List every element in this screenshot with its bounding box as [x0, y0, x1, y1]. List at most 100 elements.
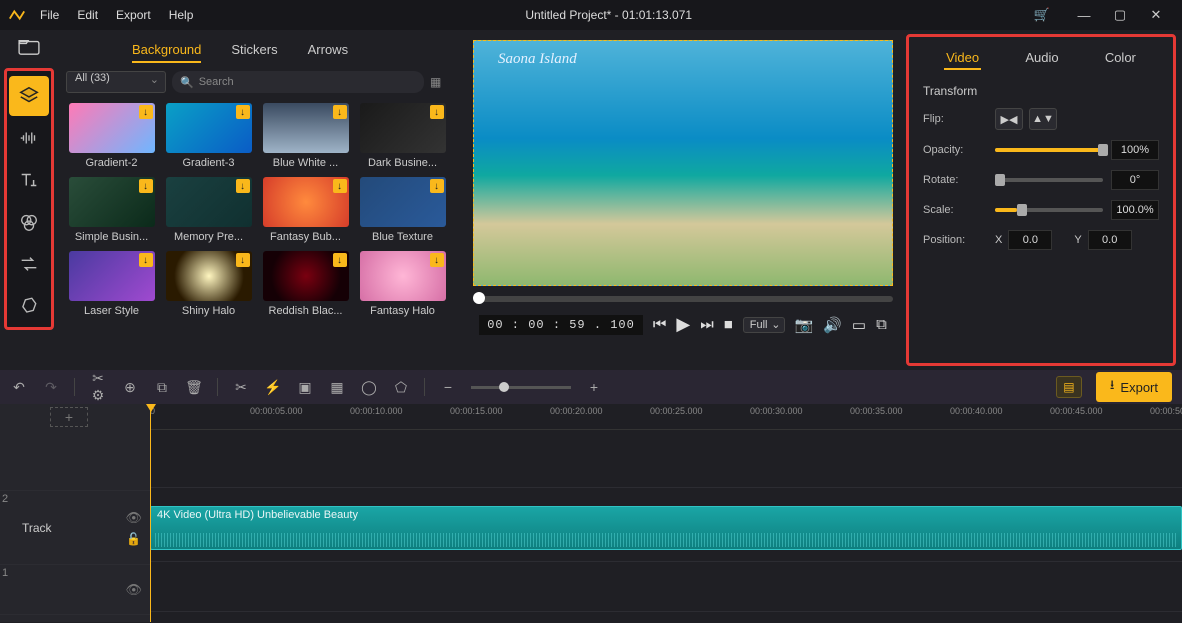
zoom-out-icon[interactable]: − [439, 379, 457, 395]
snapshot-icon[interactable]: 📷 [795, 316, 814, 334]
tab-color[interactable]: Color [1103, 47, 1138, 70]
flip-horizontal-button[interactable]: ▶◀ [995, 108, 1023, 130]
asset-thumb[interactable]: ↓Laser Style [66, 251, 157, 317]
edit-tool-icon[interactable]: ✂⚙ [89, 370, 107, 404]
opacity-slider[interactable] [995, 148, 1103, 152]
download-icon[interactable]: ↓ [333, 179, 347, 193]
asset-thumb[interactable]: ↓Gradient-2 [66, 103, 157, 169]
menu-export[interactable]: Export [116, 8, 151, 22]
export-button[interactable]: ⭳ Export [1096, 372, 1172, 402]
flip-vertical-button[interactable]: ▲▼ [1029, 108, 1057, 130]
redo-button[interactable]: ↷ [42, 379, 60, 396]
split-icon[interactable]: ✂ [232, 379, 250, 396]
scale-slider[interactable] [995, 208, 1103, 212]
mask-icon[interactable]: ◯ [360, 379, 378, 396]
position-label: Position: [923, 234, 995, 246]
asset-thumb[interactable]: ↓Fantasy Bub... [260, 177, 351, 243]
asset-thumb[interactable]: ↓Dark Busine... [357, 103, 448, 169]
search-input[interactable]: 🔍 Search [172, 71, 424, 93]
timeline-clip[interactable]: 4K Video (Ultra HD) Unbelievable Beauty [150, 506, 1182, 550]
grid-view-icon[interactable]: ▦ [430, 75, 448, 89]
download-icon[interactable]: ↓ [333, 105, 347, 119]
download-icon[interactable]: ↓ [139, 253, 153, 267]
tab-arrows[interactable]: Arrows [308, 38, 348, 63]
visibility-toggle-icon[interactable]: 👁 [125, 582, 142, 598]
seek-bar[interactable] [473, 296, 893, 302]
tab-stickers[interactable]: Stickers [231, 38, 277, 63]
minimize-button[interactable]: — [1066, 0, 1102, 30]
crop-icon[interactable]: ▣ [296, 379, 314, 396]
download-icon[interactable]: ↓ [236, 253, 250, 267]
sidebar-transitions[interactable] [9, 244, 49, 284]
download-icon[interactable]: ↓ [430, 253, 444, 267]
asset-thumb[interactable]: ↓Blue White ... [260, 103, 351, 169]
volume-icon[interactable]: 🔊 [823, 316, 842, 334]
asset-thumb[interactable]: ↓Reddish Blac... [260, 251, 351, 317]
zoom-in-icon[interactable]: + [585, 379, 603, 395]
prev-frame-button[interactable]: ⏮ [653, 316, 667, 333]
asset-label: Gradient-3 [166, 157, 252, 169]
next-frame-button[interactable]: ⏭ [700, 316, 714, 333]
export-label: Export [1120, 380, 1158, 395]
zoom-slider[interactable] [471, 386, 571, 389]
download-icon[interactable]: ↓ [139, 105, 153, 119]
visibility-toggle-icon[interactable]: 👁 [125, 510, 142, 526]
sidebar-filters[interactable] [9, 202, 49, 242]
preview-size-select[interactable]: Full [743, 317, 785, 333]
menu-file[interactable]: File [40, 8, 59, 22]
tab-video[interactable]: Video [944, 47, 981, 70]
asset-thumb[interactable]: ↓Memory Pre... [163, 177, 254, 243]
sidebar-elements[interactable] [9, 286, 49, 326]
sidebar-text[interactable] [9, 160, 49, 200]
tag-icon[interactable]: ⬠ [392, 379, 410, 396]
tab-background[interactable]: Background [132, 38, 201, 63]
menu-edit[interactable]: Edit [77, 8, 98, 22]
time-ruler[interactable]: 000:00:05.00000:00:10.00000:00:15.00000:… [150, 404, 1182, 430]
asset-thumb[interactable]: ↓Simple Busin... [66, 177, 157, 243]
asset-thumb[interactable]: ↓Fantasy Halo [357, 251, 448, 317]
mosaic-icon[interactable]: ▦ [328, 379, 346, 396]
maximize-button[interactable]: ▢ [1102, 0, 1138, 30]
copy-icon[interactable]: ⧉ [153, 379, 171, 396]
stop-button[interactable]: ■ [724, 316, 733, 333]
category-dropdown[interactable]: All (33) [66, 71, 166, 93]
detach-preview-icon[interactable]: ⧉ [876, 316, 887, 333]
tab-audio[interactable]: Audio [1023, 47, 1060, 70]
track-lanes[interactable]: 000:00:05.00000:00:10.00000:00:15.00000:… [150, 404, 1182, 622]
asset-image: ↓ [263, 177, 349, 227]
position-x-value[interactable]: 0.0 [1008, 230, 1052, 250]
download-icon[interactable]: ↓ [333, 253, 347, 267]
position-y-value[interactable]: 0.0 [1088, 230, 1132, 250]
download-icon[interactable]: ↓ [236, 105, 250, 119]
download-icon[interactable]: ↓ [430, 105, 444, 119]
download-icon[interactable]: ↓ [236, 179, 250, 193]
opacity-value[interactable]: 100% [1111, 140, 1159, 160]
delete-icon[interactable]: 🗑 [185, 379, 203, 396]
render-preview-button[interactable]: ▤ [1056, 376, 1082, 398]
sidebar-layers[interactable] [9, 76, 49, 116]
safe-zone-icon[interactable]: ▭ [852, 316, 866, 334]
lock-toggle-icon[interactable]: 🔓 [126, 532, 141, 546]
playhead[interactable] [150, 404, 151, 622]
add-track-button[interactable]: + [50, 407, 88, 427]
rotate-value[interactable]: 0° [1111, 170, 1159, 190]
add-marker-icon[interactable]: ⊕ [121, 379, 139, 396]
play-button[interactable]: ▶ [676, 314, 690, 335]
rotate-slider[interactable] [995, 178, 1103, 182]
scale-value[interactable]: 100.0% [1111, 200, 1159, 220]
undo-button[interactable]: ↶ [10, 379, 28, 396]
asset-thumb[interactable]: ↓Shiny Halo [163, 251, 254, 317]
sidebar-audio[interactable] [9, 118, 49, 158]
asset-thumb[interactable]: ↓Blue Texture [357, 177, 448, 243]
download-icon[interactable]: ↓ [139, 179, 153, 193]
asset-thumb[interactable]: ↓ Gradient-3 [163, 103, 254, 169]
asset-image: ↓ [69, 103, 155, 153]
position-x-label: X [995, 234, 1002, 246]
cart-icon[interactable]: 🛒 [1024, 0, 1060, 30]
close-button[interactable]: ✕ [1138, 0, 1174, 30]
speed-icon[interactable]: ⚡ [264, 379, 282, 396]
download-icon[interactable]: ↓ [430, 179, 444, 193]
menu-help[interactable]: Help [169, 8, 194, 22]
preview-canvas[interactable]: Saona Island [473, 40, 893, 286]
project-folder-icon[interactable] [4, 30, 54, 64]
